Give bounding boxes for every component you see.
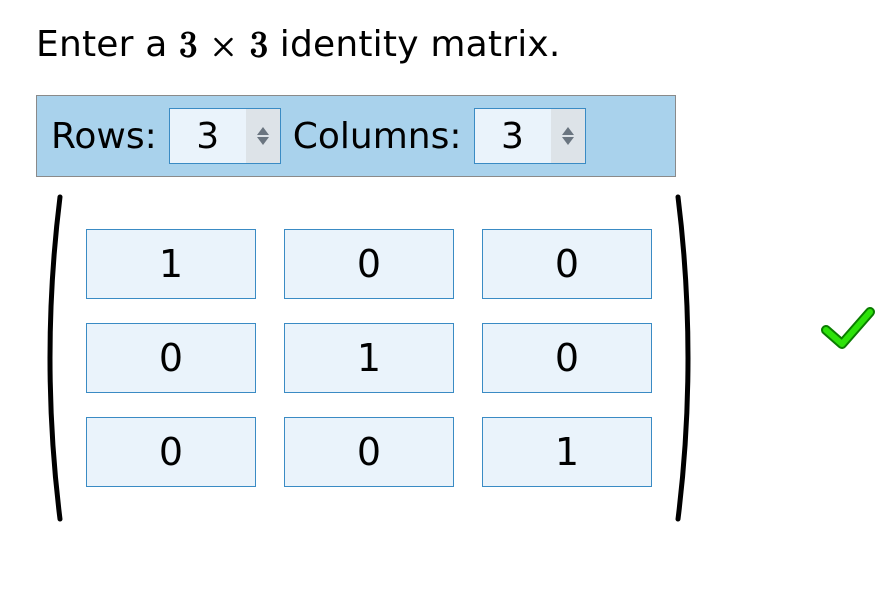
matrix-cell[interactable]: 1: [284, 323, 454, 393]
matrix-cell[interactable]: 0: [482, 229, 652, 299]
matrix-cell[interactable]: 1: [86, 229, 256, 299]
matrix: 1 0 0 0 1 0 0 0 1: [36, 193, 858, 523]
left-paren-icon: [36, 193, 64, 523]
matrix-cell[interactable]: 0: [284, 417, 454, 487]
matrix-size-bar: Rows: 3 Columns: 3: [36, 95, 676, 177]
rows-stepper[interactable]: 3: [169, 108, 281, 164]
chevron-up-icon[interactable]: [562, 127, 574, 135]
check-icon: [820, 300, 876, 356]
columns-value: 3: [475, 109, 551, 163]
prompt-prefix: Enter a: [36, 24, 179, 65]
rows-label: Rows:: [51, 116, 157, 157]
columns-spinner-icon[interactable]: [551, 109, 585, 163]
matrix-cell[interactable]: 0: [86, 323, 256, 393]
rows-value: 3: [170, 109, 246, 163]
prompt-text: Enter a 3 × 3 identity matrix.: [36, 24, 858, 67]
prompt-suffix: identity matrix.: [268, 24, 560, 65]
chevron-up-icon[interactable]: [257, 127, 269, 135]
chevron-down-icon[interactable]: [257, 137, 269, 145]
columns-label: Columns:: [293, 116, 462, 157]
chevron-down-icon[interactable]: [562, 137, 574, 145]
prompt-math: 3 × 3: [179, 27, 268, 63]
matrix-cell[interactable]: 1: [482, 417, 652, 487]
matrix-cell[interactable]: 0: [482, 323, 652, 393]
columns-stepper[interactable]: 3: [474, 108, 586, 164]
rows-spinner-icon[interactable]: [246, 109, 280, 163]
right-paren-icon: [674, 193, 702, 523]
matrix-grid: 1 0 0 0 1 0 0 0 1: [78, 193, 660, 523]
matrix-cell[interactable]: 0: [284, 229, 454, 299]
matrix-cell[interactable]: 0: [86, 417, 256, 487]
